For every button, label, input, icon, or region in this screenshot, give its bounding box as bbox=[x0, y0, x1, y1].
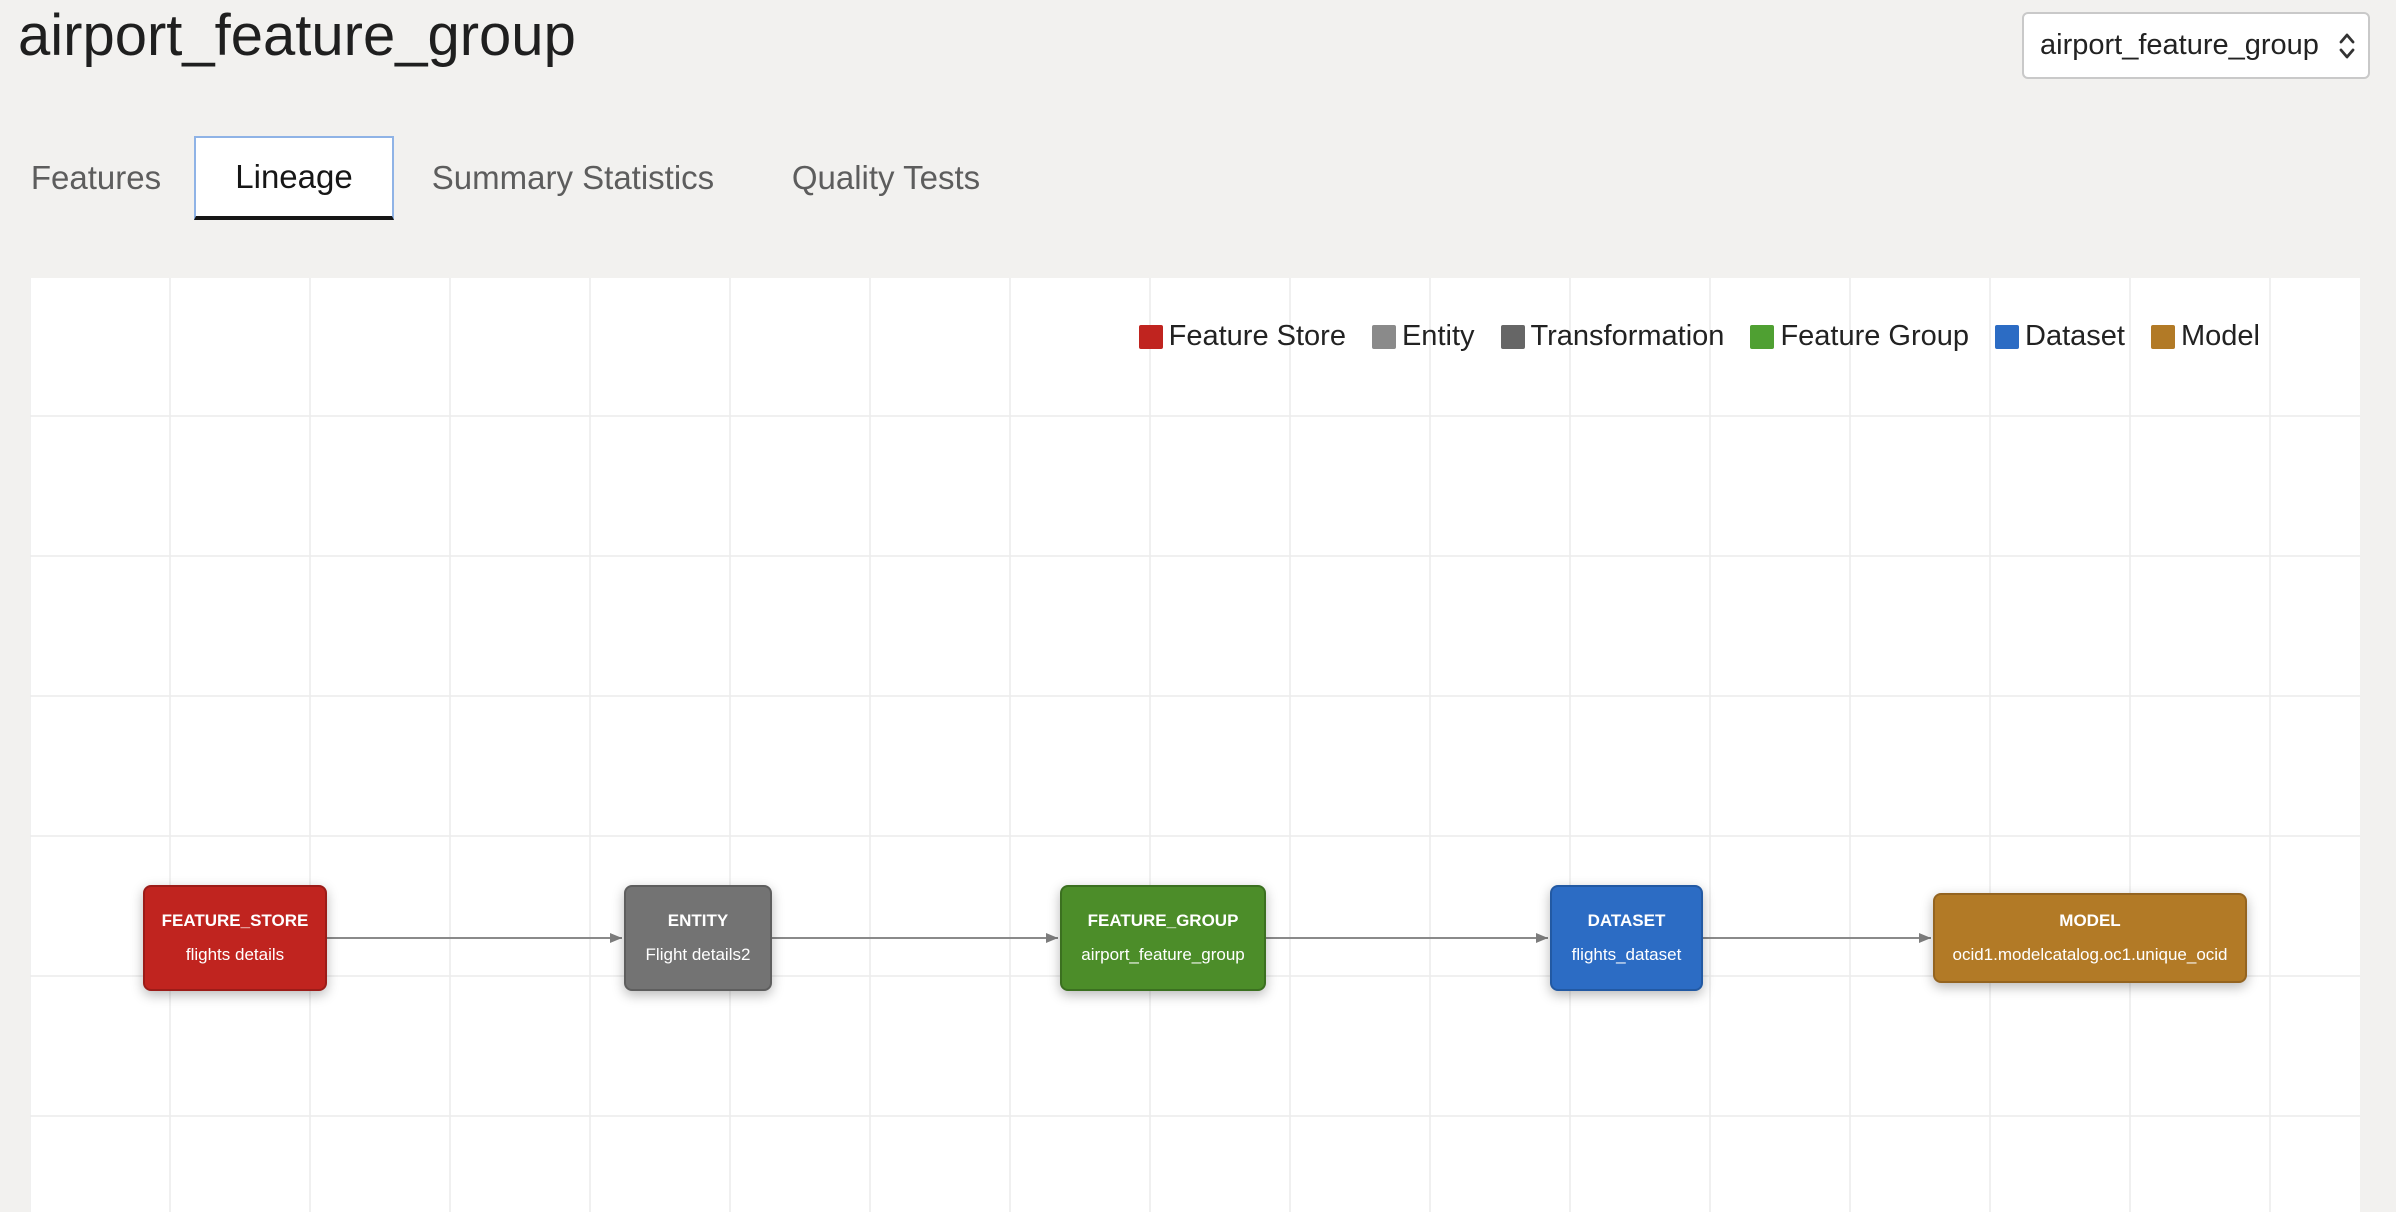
legend-swatch bbox=[1995, 324, 2020, 349]
node-name-label: ocid1.modelcatalog.oc1.unique_ocid bbox=[1952, 945, 2228, 964]
legend-swatch bbox=[1750, 324, 1775, 349]
legend-label: Feature Store bbox=[1168, 320, 1346, 352]
legend-item: Feature Group bbox=[1750, 320, 1969, 353]
node-type-label: DATASET bbox=[1587, 911, 1666, 930]
grid-background bbox=[30, 278, 2360, 1212]
tab-bar: Features Lineage Summary Statistics Qual… bbox=[0, 136, 1200, 222]
node-type-label: MODEL bbox=[2059, 911, 2121, 930]
node-name-label: flights details bbox=[185, 945, 285, 964]
legend-item: Model bbox=[2151, 320, 2260, 353]
legend-swatch bbox=[1371, 324, 1396, 349]
tab-lineage[interactable]: Lineage bbox=[194, 136, 394, 220]
node-type-label: ENTITY bbox=[667, 911, 729, 930]
legend-label: Transformation bbox=[1530, 320, 1725, 352]
legend: Feature Store Entity Transformation Feature… bbox=[1113, 320, 2260, 353]
legend-label: Dataset bbox=[2025, 320, 2125, 352]
legend-label: Model bbox=[2181, 320, 2260, 352]
node-feature-group[interactable]: FEATURE_GROUP airport_feature_group bbox=[1060, 885, 1266, 991]
lineage-graph[interactable]: Feature Store Entity Transformation Feature… bbox=[30, 278, 2360, 1212]
legend-label: Feature Group bbox=[1780, 320, 1970, 352]
legend-swatch bbox=[2151, 324, 2175, 349]
feature-group-select-value: airport_feature_group bbox=[2040, 29, 2319, 61]
node-entity[interactable]: ENTITY Flight details2 bbox=[624, 885, 772, 991]
node-name-label: Flight details2 bbox=[645, 945, 751, 964]
legend-label: Entity bbox=[1401, 320, 1475, 352]
tab-features[interactable]: Features bbox=[14, 136, 178, 220]
feature-group-select[interactable]: airport_feature_group bbox=[2022, 12, 2370, 79]
node-name-label: flights_dataset bbox=[1571, 945, 1682, 964]
legend-item: Feature Store bbox=[1138, 320, 1346, 353]
legend-item: Transformation bbox=[1500, 320, 1725, 353]
legend-item: Entity bbox=[1371, 320, 1475, 353]
page-title: airport_feature_group bbox=[18, 3, 576, 68]
legend-item: Dataset bbox=[1995, 320, 2125, 353]
legend-swatch bbox=[1138, 324, 1163, 349]
node-feature-store[interactable]: FEATURE_STORE flights details bbox=[143, 885, 327, 991]
legend-swatch bbox=[1500, 324, 1525, 349]
node-type-label: FEATURE_STORE bbox=[161, 911, 309, 930]
node-dataset[interactable]: DATASET flights_dataset bbox=[1550, 885, 1703, 991]
node-name-label: airport_feature_group bbox=[1081, 945, 1245, 964]
tab-quality-tests[interactable]: Quality Tests bbox=[776, 136, 996, 220]
updown-chevron-icon bbox=[2332, 29, 2362, 63]
tab-summary-statistics[interactable]: Summary Statistics bbox=[418, 136, 728, 220]
node-type-label: FEATURE_GROUP bbox=[1087, 911, 1239, 930]
node-model[interactable]: MODEL ocid1.modelcatalog.oc1.unique_ocid bbox=[1933, 893, 2247, 983]
